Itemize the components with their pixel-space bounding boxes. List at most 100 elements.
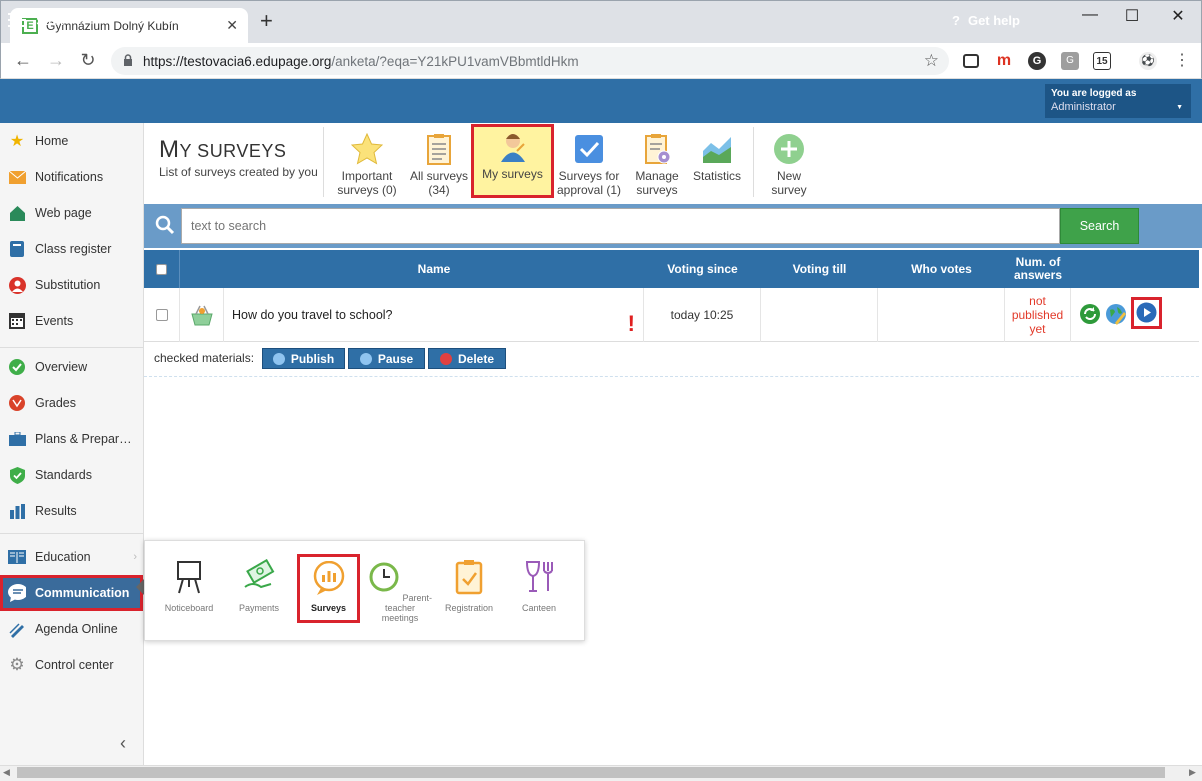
name-column-header[interactable]: Name bbox=[224, 250, 644, 288]
sidebar-item-home[interactable]: ★ Home bbox=[0, 123, 143, 159]
url-text: https://testovacia6.edupage.org/anketa/?… bbox=[143, 54, 579, 69]
search-button[interactable]: Search bbox=[1060, 208, 1139, 244]
reload-icon[interactable]: ↻ bbox=[78, 50, 98, 71]
sidebar-collapse-chevron-icon[interactable]: ‹ bbox=[120, 733, 126, 754]
table-row[interactable]: How do you travel to school? ! today 10:… bbox=[144, 288, 1199, 342]
globe-edit-icon[interactable] bbox=[1105, 303, 1127, 325]
who-votes-cell bbox=[878, 288, 1005, 342]
sidebar-item-label: Notifications bbox=[35, 170, 104, 184]
sidebar-item-events[interactable]: Events bbox=[0, 303, 143, 339]
url-field[interactable]: https://testovacia6.edupage.org/anketa/?… bbox=[111, 47, 949, 75]
popup-item-parent-teacher-meetings[interactable]: Parent-teacher meetings bbox=[367, 559, 433, 623]
sidebar-item-grades[interactable]: Grades bbox=[0, 385, 143, 421]
sidebar-item-label: Education bbox=[35, 550, 91, 564]
row-name-cell[interactable]: How do you travel to school? ! bbox=[224, 288, 644, 342]
sidebar-item-substitution[interactable]: Substitution bbox=[0, 267, 143, 303]
who-votes-column-header[interactable]: Who votes bbox=[878, 250, 1005, 288]
search-input[interactable] bbox=[181, 208, 1060, 244]
all-surveys-button[interactable]: All surveys (34) bbox=[406, 129, 472, 197]
browser-addressbar: ← → ↻ https://testovacia6.edupage.org/an… bbox=[0, 43, 1202, 79]
survey-name[interactable]: How do you travel to school? bbox=[232, 308, 393, 322]
sidebar: ★ Home Notifications Web page Class regis… bbox=[0, 123, 144, 765]
house-icon bbox=[8, 204, 26, 222]
forward-arrow-icon[interactable]: → bbox=[46, 50, 66, 71]
minimize-icon[interactable]: — bbox=[1080, 6, 1100, 24]
statistics-button[interactable]: Statistics bbox=[690, 129, 744, 197]
back-arrow-icon[interactable]: ← bbox=[13, 50, 33, 71]
sidebar-item-control-center[interactable]: ⚙ Control center bbox=[0, 647, 143, 683]
scroll-left-arrow-icon[interactable]: ◀ bbox=[3, 767, 10, 778]
clipboard-check-icon bbox=[455, 560, 483, 595]
new-tab-plus-icon[interactable]: + bbox=[260, 10, 273, 32]
bookmark-star-icon[interactable]: ☆ bbox=[924, 51, 939, 71]
voting-since-column-header[interactable]: Voting since bbox=[644, 250, 761, 288]
person-icon bbox=[500, 134, 525, 162]
surveys-for-approval-button[interactable]: Surveys for approval (1) bbox=[555, 129, 623, 197]
new-survey-button[interactable]: New survey bbox=[762, 129, 816, 197]
num-answers-column-header[interactable]: Num. of answers bbox=[1005, 250, 1071, 288]
sidebar-item-results[interactable]: Results bbox=[0, 493, 143, 529]
communication-popup: Noticeboard Payments Surveys Parent-teac… bbox=[144, 540, 585, 641]
sidebar-item-label: Events bbox=[35, 314, 74, 328]
m-extension-icon[interactable]: m bbox=[995, 52, 1013, 70]
basket-icon bbox=[190, 305, 213, 326]
maximize-icon[interactable]: ☐ bbox=[1122, 6, 1142, 26]
sidebar-item-label: Overview bbox=[35, 360, 88, 374]
popup-item-noticeboard[interactable]: Noticeboard bbox=[159, 559, 219, 613]
scrollbar-thumb[interactable] bbox=[17, 767, 1165, 778]
chevron-right-icon: › bbox=[133, 551, 137, 563]
select-all-cell bbox=[144, 250, 180, 288]
sidebar-item-label: Agenda Online bbox=[35, 622, 118, 636]
user-name: Administrator bbox=[1051, 101, 1116, 113]
popup-item-payments[interactable]: Payments bbox=[229, 558, 289, 613]
get-help-link[interactable]: ? Get help bbox=[952, 13, 1020, 28]
sidebar-item-web-page[interactable]: Web page bbox=[0, 195, 143, 231]
browser-menu-icon[interactable]: ⋮ bbox=[1173, 52, 1191, 70]
delete-button[interactable]: Delete bbox=[428, 348, 506, 369]
sidebar-item-class-register[interactable]: Class register bbox=[0, 231, 143, 267]
scroll-right-arrow-icon[interactable]: ▶ bbox=[1189, 767, 1196, 778]
toolbar-divider bbox=[753, 127, 754, 197]
sidebar-item-notifications[interactable]: Notifications bbox=[0, 159, 143, 195]
plus-circle-icon bbox=[774, 134, 804, 164]
popup-item-surveys[interactable]: Surveys bbox=[297, 554, 360, 623]
voting-till-column-header[interactable]: Voting till bbox=[761, 250, 878, 288]
calendar-icon bbox=[8, 312, 26, 330]
tab-close-icon[interactable]: ✕ bbox=[226, 17, 238, 34]
sidebar-item-plans[interactable]: Plans & Prepar… bbox=[0, 421, 143, 457]
select-all-checkbox[interactable] bbox=[156, 263, 167, 275]
chevron-down-icon: ▼ bbox=[1176, 104, 1183, 111]
sidebar-item-overview[interactable]: Overview bbox=[0, 349, 143, 385]
pause-button[interactable]: Pause bbox=[348, 348, 425, 369]
calendar-extension-icon[interactable]: 15 bbox=[1093, 52, 1111, 70]
popup-item-registration[interactable]: Registration bbox=[439, 559, 499, 613]
popup-item-canteen[interactable]: Canteen bbox=[509, 559, 569, 613]
g-circle-extension-icon[interactable]: G bbox=[1028, 52, 1046, 70]
sidebar-item-label: Control center bbox=[35, 658, 114, 672]
sidebar-item-label: Results bbox=[35, 504, 77, 518]
sidebar-item-agenda-online[interactable]: Agenda Online bbox=[0, 611, 143, 647]
pencil-icon bbox=[8, 620, 26, 638]
screenshot-extension-icon[interactable] bbox=[963, 54, 979, 68]
refresh-icon[interactable] bbox=[1079, 303, 1101, 325]
publish-button[interactable]: Publish bbox=[262, 348, 345, 369]
person-icon bbox=[8, 276, 26, 294]
g-square-extension-icon[interactable]: G bbox=[1061, 52, 1079, 70]
toolbar-divider bbox=[323, 127, 324, 197]
sidebar-item-standards[interactable]: Standards bbox=[0, 457, 143, 493]
manage-surveys-button[interactable]: Manage surveys bbox=[627, 129, 687, 197]
sidebar-item-education[interactable]: Education › bbox=[0, 539, 143, 575]
voting-since-cell: today 10:25 bbox=[644, 288, 761, 342]
soccer-ball-extension-icon[interactable]: ⚽ bbox=[1139, 52, 1157, 70]
hamburger-menu-icon[interactable] bbox=[8, 13, 26, 29]
play-icon[interactable] bbox=[1136, 302, 1157, 323]
my-surveys-button[interactable]: My surveys bbox=[471, 124, 554, 198]
window-close-icon[interactable]: ✕ bbox=[1168, 6, 1188, 26]
start-label[interactable]: Start bbox=[36, 13, 63, 28]
sidebar-item-communication[interactable]: Communication bbox=[0, 575, 143, 611]
clipboard-gear-icon bbox=[645, 134, 671, 164]
important-surveys-button[interactable]: Important surveys (0) bbox=[333, 129, 401, 197]
user-dropdown[interactable]: You are logged as Administrator ▼ bbox=[1045, 84, 1191, 118]
chat-bubbles-icon bbox=[8, 584, 26, 602]
row-checkbox[interactable] bbox=[155, 309, 168, 321]
